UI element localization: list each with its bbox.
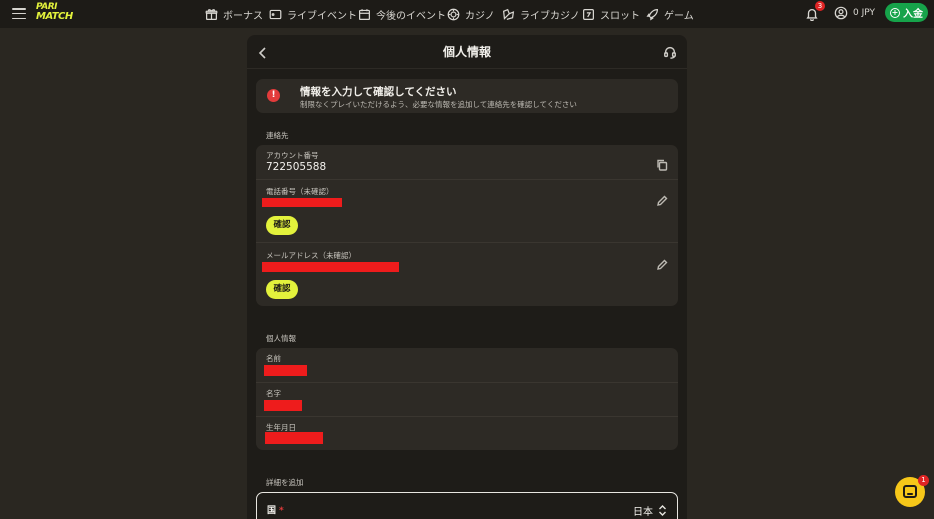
- alert-subtitle: 制限なくプレイいただけるよう、必要な情報を追加して連絡先を確認してください: [300, 100, 577, 109]
- first-name-row[interactable]: 名前: [256, 348, 678, 382]
- first-name-label: 名前: [266, 354, 281, 363]
- live-chat-button[interactable]: 1: [895, 475, 929, 507]
- logo-text-bottom: MATCH: [36, 11, 73, 22]
- country-label: 国 *: [267, 503, 284, 516]
- notification-count-badge: 3: [815, 1, 825, 11]
- support-button[interactable]: [663, 44, 677, 59]
- page-title: 個人情報: [442, 45, 491, 59]
- nav-label: ボーナス: [223, 10, 263, 22]
- last-name-row[interactable]: 名字: [256, 382, 678, 416]
- nav-label: ライブカジノ: [520, 10, 580, 22]
- nav-slots[interactable]: スロット: [582, 0, 640, 28]
- personal-info-panel: 個人情報 ! 情報を入力して確認してください 制限なくプレイいただけるよう、必要…: [247, 35, 687, 519]
- parimatch-logo[interactable]: PARI MATCH: [36, 3, 92, 23]
- nav-upcoming-events[interactable]: 今後のイベント: [358, 0, 446, 28]
- redacted-first-name: [264, 365, 307, 376]
- deposit-button[interactable]: + 入金: [885, 3, 928, 22]
- slot-icon: [583, 8, 594, 20]
- calendar-icon: [359, 8, 370, 20]
- rocket-icon: [646, 8, 658, 21]
- copy-button[interactable]: [656, 156, 668, 171]
- casino-chip-icon: [447, 8, 460, 20]
- phone-label: 電話番号（未確認）: [266, 187, 334, 196]
- nav-live-events[interactable]: ライブイベント: [269, 0, 357, 28]
- nav-label: スロット: [600, 10, 640, 22]
- pencil-icon: [657, 259, 668, 270]
- nav-bonus[interactable]: ボーナス: [205, 0, 263, 28]
- alert-title: 情報を入力して確認してください: [300, 86, 457, 98]
- panel-header: 個人情報: [247, 35, 687, 69]
- account-number-value: 722505588: [266, 161, 327, 173]
- verification-alert: ! 情報を入力して確認してください 制限なくプレイいただけるよう、必要な情報を追…: [256, 79, 678, 113]
- top-navigation-bar: PARI MATCH ボーナス ライブイベント 今後のイベント カジノ ライブカ…: [0, 0, 934, 28]
- hamburger-menu-icon[interactable]: [12, 8, 26, 20]
- phone-row: 電話番号（未確認） 確認: [256, 179, 678, 242]
- edit-email-button[interactable]: [656, 256, 668, 270]
- alert-exclamation-icon: !: [267, 89, 280, 102]
- required-asterisk: *: [279, 506, 284, 516]
- last-name-label: 名字: [266, 389, 281, 398]
- confirm-phone-button[interactable]: 確認: [266, 216, 298, 235]
- chat-bubble-icon: [903, 485, 917, 498]
- edit-phone-button[interactable]: [656, 192, 668, 206]
- country-select[interactable]: 国 * 日本: [256, 492, 678, 519]
- add-details-section-label: 詳細を追加: [266, 478, 304, 487]
- nav-label: カジノ: [465, 10, 495, 22]
- headset-icon: [664, 46, 676, 59]
- email-row: メールアドレス（未確認） 確認: [256, 242, 678, 306]
- confirm-email-button[interactable]: 確認: [266, 280, 298, 299]
- nav-casino[interactable]: カジノ: [447, 0, 495, 28]
- personal-info-card: 名前 名字 生年月日: [256, 348, 678, 450]
- country-label-text: 国: [267, 506, 277, 516]
- live-tv-icon: [269, 9, 282, 19]
- email-label: メールアドレス（未確認）: [266, 251, 356, 260]
- account-number-row: アカウント番号 722505588: [256, 145, 678, 179]
- nav-label: ゲーム: [664, 10, 694, 22]
- account-balance[interactable]: 0 JPY: [834, 5, 875, 21]
- pencil-icon: [657, 195, 668, 206]
- redacted-birthdate: [265, 432, 323, 444]
- redacted-last-name: [264, 400, 302, 411]
- live-casino-icon: [502, 8, 515, 20]
- plus-icon: +: [890, 7, 900, 18]
- contacts-section-label: 連絡先: [266, 131, 289, 140]
- gift-icon: [205, 8, 218, 20]
- redacted-phone-value: [262, 198, 342, 207]
- user-icon: [834, 6, 848, 20]
- contacts-card: アカウント番号 722505588 電話番号（未確認） 確認 メールアドレス（未…: [256, 145, 678, 306]
- notifications-button[interactable]: 3: [805, 1, 825, 22]
- nav-games[interactable]: ゲーム: [646, 0, 694, 28]
- account-number-label: アカウント番号: [266, 151, 319, 160]
- nav-live-casino[interactable]: ライブカジノ: [502, 0, 580, 28]
- redacted-email-value: [262, 262, 399, 272]
- personal-section-label: 個人情報: [266, 334, 296, 343]
- balance-amount: 0 JPY: [853, 8, 875, 18]
- country-value: 日本: [633, 507, 653, 518]
- chevron-up-down-icon: [658, 502, 667, 516]
- deposit-label: 入金: [903, 9, 923, 20]
- copy-icon: [657, 159, 668, 171]
- nav-label: ライブイベント: [287, 10, 357, 22]
- nav-label: 今後のイベント: [376, 10, 446, 22]
- birthdate-row[interactable]: 生年月日: [256, 416, 678, 450]
- chat-unread-badge: 1: [918, 475, 929, 486]
